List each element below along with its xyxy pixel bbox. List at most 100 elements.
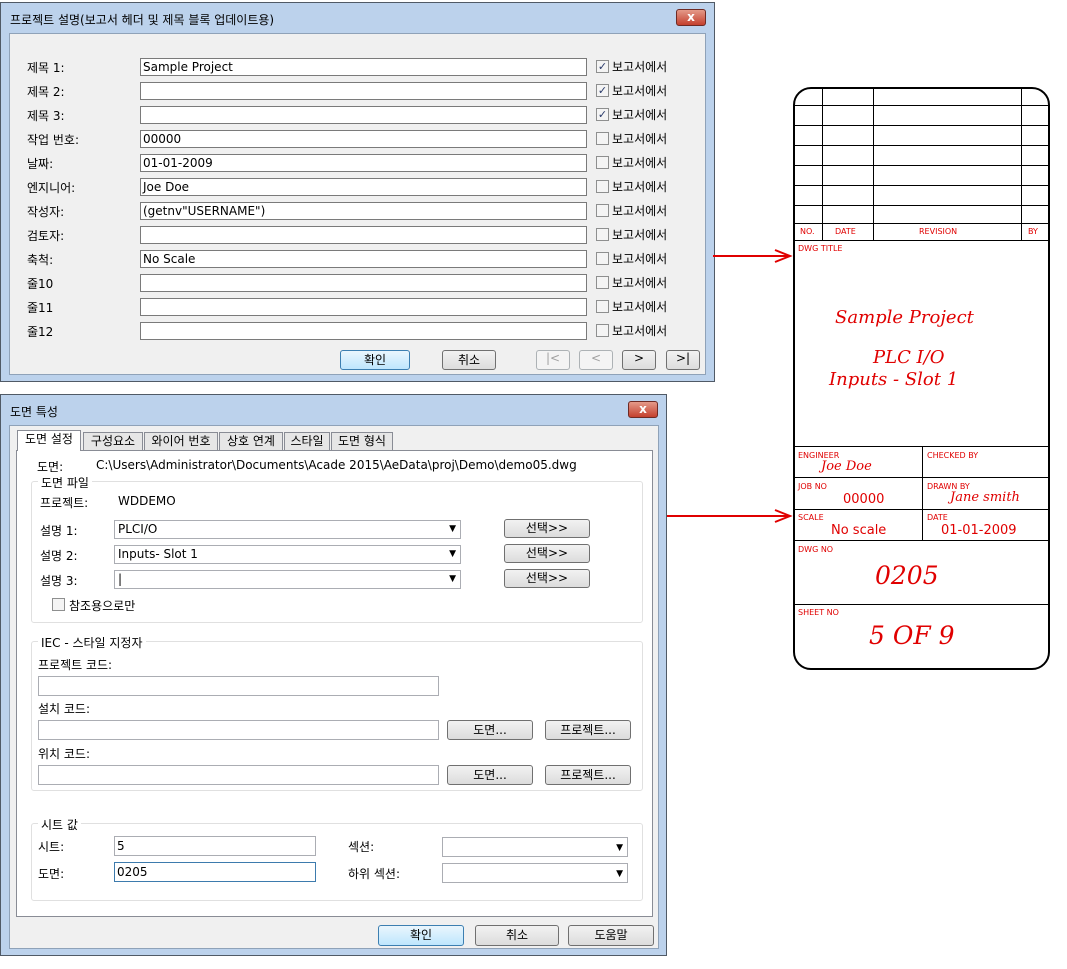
install-drawing-button[interactable]: 도면... — [447, 720, 533, 740]
in-report-label: 보고서에서 — [612, 84, 668, 98]
location-project-button[interactable]: 프로젝트... — [545, 765, 631, 785]
row-input[interactable]: Sample Project — [140, 58, 587, 76]
chevron-down-icon: ▼ — [616, 869, 623, 879]
in-report-checkbox[interactable] — [596, 324, 609, 337]
in-report-label: 보고서에서 — [612, 300, 668, 314]
iec-designator-group: IEC - 스타일 지정자 프로젝트 코드: 설치 코드: 도면... 프로젝트… — [31, 634, 643, 791]
install-code-input[interactable] — [38, 720, 439, 740]
location-drawing-button[interactable]: 도면... — [447, 765, 533, 785]
tab-wire-numbers[interactable]: 와이어 번호 — [144, 432, 218, 451]
row-input[interactable] — [140, 298, 587, 316]
in-report-checkbox[interactable] — [596, 204, 609, 217]
row-input[interactable]: (getnv"USERNAME") — [140, 202, 587, 220]
cancel-button[interactable]: 취소 — [475, 925, 559, 946]
tab-label: 구성요소 — [90, 434, 136, 448]
ok-button[interactable]: 확인 — [340, 350, 410, 370]
select-description-3-button[interactable]: 선택>> — [504, 569, 590, 588]
select-description-2-button[interactable]: 선택>> — [504, 544, 590, 563]
subsection-combo[interactable]: ▼ — [442, 863, 628, 883]
first-page-button[interactable]: |< — [536, 350, 570, 370]
combo-value: Inputs- Slot 1 — [118, 547, 198, 561]
location-code-input[interactable] — [38, 765, 439, 785]
in-report-checkbox[interactable] — [596, 156, 609, 169]
sheet-input[interactable]: 5 — [114, 836, 316, 856]
description-2-combo[interactable]: Inputs- Slot 1 ▼ — [114, 545, 461, 564]
sheet-value: 5 — [117, 839, 125, 853]
in-report-checkbox[interactable] — [596, 228, 609, 241]
in-report-checkbox[interactable] — [596, 252, 609, 265]
button-label: 프로젝트... — [560, 768, 616, 782]
button-label: 선택>> — [525, 546, 569, 560]
tab-drawing-settings[interactable]: 도면 설정 — [17, 430, 81, 451]
dwg-no-label: DWG NO — [798, 545, 834, 554]
drawing-number-input[interactable]: 0205 — [114, 862, 316, 882]
next-page-button[interactable]: > — [622, 350, 656, 370]
install-code-label: 설치 코드: — [38, 702, 91, 716]
cancel-button[interactable]: 취소 — [442, 350, 496, 370]
title-bar[interactable]: 프로젝트 설명(보고서 헤더 및 제목 블록 업데이트용) x — [1, 3, 714, 33]
tab-style[interactable]: 스타일 — [284, 432, 330, 451]
in-report-label: 보고서에서 — [612, 180, 668, 194]
row-input[interactable] — [140, 226, 587, 244]
dialog-title: 도면 특성 — [10, 405, 58, 419]
row-input[interactable]: No Scale — [140, 250, 587, 268]
dialog-body: 도면 설정 구성요소 와이어 번호 상호 연계 스타일 도면 형식 도면: C:… — [9, 425, 659, 949]
drawing-properties-dialog: 도면 특성 x 도면 설정 구성요소 와이어 번호 상호 연계 스타일 도면 형… — [0, 394, 667, 956]
previous-page-button[interactable]: < — [579, 350, 613, 370]
row-input[interactable] — [140, 322, 587, 340]
row-input-value: (getnv"USERNAME") — [143, 204, 266, 218]
help-button[interactable]: 도움말 — [568, 925, 654, 946]
select-description-1-button[interactable]: 선택>> — [504, 519, 590, 538]
rev-no-header: NO. — [800, 227, 815, 236]
tab-page: 도면: C:\Users\Administrator\Documents\Aca… — [16, 450, 653, 917]
row-input-value: Sample Project — [143, 60, 233, 74]
in-report-checkbox[interactable]: ✓ — [596, 108, 609, 121]
row-input[interactable] — [140, 106, 587, 124]
close-button[interactable]: x — [628, 401, 658, 418]
row-input[interactable]: 01-01-2009 — [140, 154, 587, 172]
in-report-checkbox[interactable] — [596, 132, 609, 145]
row-input[interactable]: Joe Doe — [140, 178, 587, 196]
ok-button[interactable]: 확인 — [378, 925, 464, 946]
install-project-button[interactable]: 프로젝트... — [545, 720, 631, 740]
title-line-3: Inputs - Slot 1 — [829, 369, 959, 390]
chevron-right-icon: > — [633, 351, 645, 365]
tab-cross-reference[interactable]: 상호 연계 — [219, 432, 283, 451]
cancel-label: 취소 — [457, 353, 481, 367]
description-3-combo[interactable]: | ▼ — [114, 570, 461, 589]
drawn-by-value: Jane smith — [950, 490, 1020, 505]
chevron-down-icon: ▼ — [616, 843, 623, 853]
row-input[interactable]: 00000 — [140, 130, 587, 148]
combo-value: | — [118, 572, 123, 586]
dwg-title-label: DWG TITLE — [798, 244, 843, 253]
close-button[interactable]: x — [676, 9, 706, 26]
arrow-to-scale — [667, 509, 793, 523]
button-label: 도면... — [473, 723, 507, 737]
in-report-checkbox[interactable]: ✓ — [596, 60, 609, 73]
in-report-checkbox[interactable] — [596, 180, 609, 193]
location-code-label: 위치 코드: — [38, 747, 91, 761]
in-report-label: 보고서에서 — [612, 156, 668, 170]
section-combo[interactable]: ▼ — [442, 837, 628, 857]
in-report-label: 보고서에서 — [612, 108, 668, 122]
row-input[interactable] — [140, 82, 587, 100]
tab-label: 도면 설정 — [25, 432, 73, 446]
chevron-down-icon: ▼ — [449, 549, 456, 559]
tab-label: 상호 연계 — [227, 434, 275, 448]
in-report-checkbox[interactable] — [596, 276, 609, 289]
reference-only-checkbox[interactable] — [52, 598, 65, 611]
tab-components[interactable]: 구성요소 — [83, 432, 143, 451]
description-1-combo[interactable]: PLCI/O ▼ — [114, 520, 461, 539]
tab-drawing-format[interactable]: 도면 형식 — [331, 432, 393, 451]
project-code-input[interactable] — [38, 676, 439, 696]
in-report-label: 보고서에서 — [612, 132, 668, 146]
close-icon: x — [687, 10, 695, 24]
last-page-button[interactable]: >| — [666, 350, 700, 370]
in-report-checkbox[interactable]: ✓ — [596, 84, 609, 97]
row-input[interactable] — [140, 274, 587, 292]
title-bar[interactable]: 도면 특성 x — [1, 395, 666, 425]
ok-label: 확인 — [363, 353, 387, 367]
row-label: 제목 2: — [27, 85, 65, 99]
in-report-checkbox[interactable] — [596, 300, 609, 313]
row-label: 작성자: — [27, 205, 65, 219]
